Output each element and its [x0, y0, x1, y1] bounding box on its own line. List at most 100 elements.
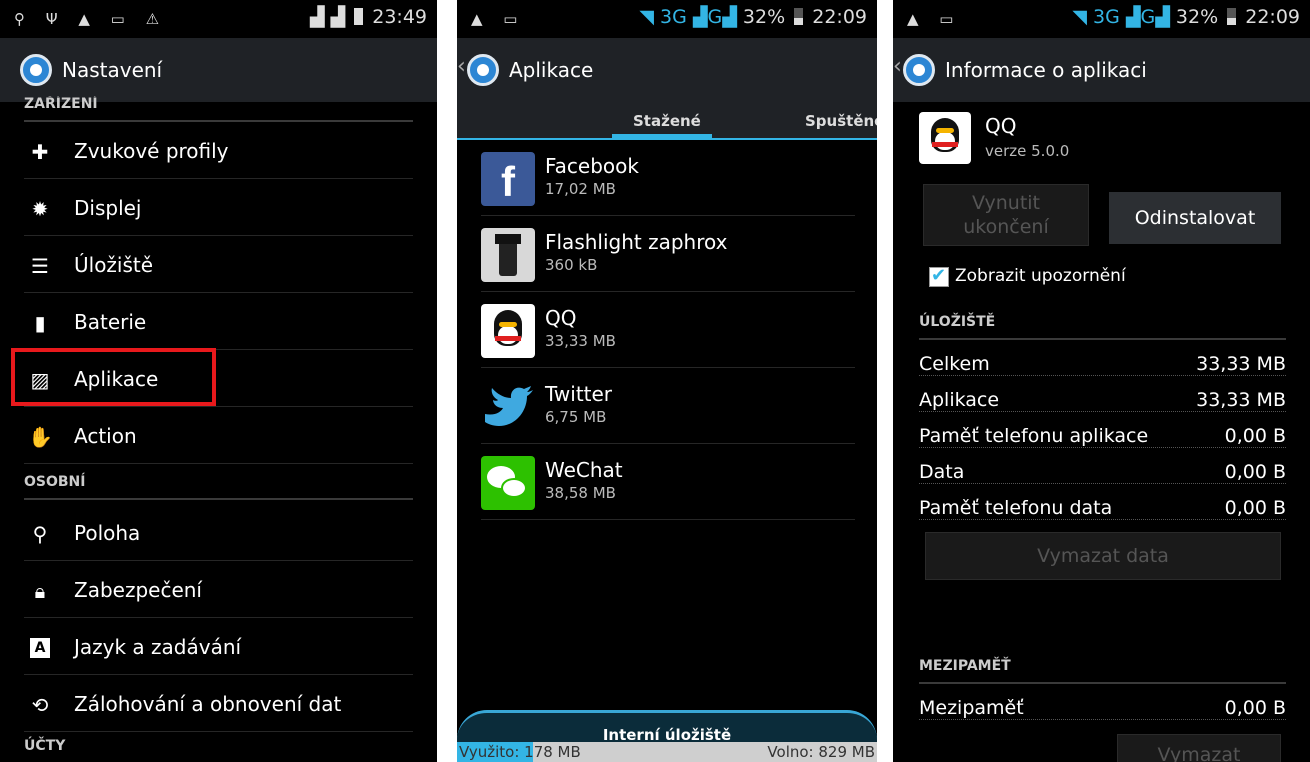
signal-icon: ▟ [692, 6, 708, 28]
internal-storage-bar: Interní úložiště Využito: 178 MB Volno: … [457, 710, 877, 762]
status-bar: ▲ ▭ ◥ 3G ▟G▟ 32% 22:09 [893, 0, 1310, 38]
settings-item-security[interactable]: 🔒︎ Zabezpečení [24, 561, 413, 618]
settings-gear-icon[interactable] [467, 54, 499, 86]
app-size: 17,02 MB [545, 180, 616, 198]
page-title: Informace o aplikaci [945, 58, 1147, 82]
cache-row-value: 0,00 B [1220, 697, 1286, 719]
settings-screen: ⚲ Ψ ▲ ▭ ⚠ ▟ ▟ 23:49 Nastavení ZAŘÍZENÍ ✚… [0, 0, 437, 762]
tab-running[interactable]: Spuštěné [805, 112, 877, 130]
settings-gear-icon[interactable] [903, 54, 935, 86]
app-version: verze 5.0.0 [985, 142, 1070, 160]
app-size: 33,33 MB [545, 332, 616, 350]
storage-row-label: Celkem [919, 353, 994, 375]
cache-row: Mezipaměť 0,00 B [919, 697, 1286, 727]
show-notifications-checkbox[interactable] [929, 265, 949, 287]
app-size: 38,58 MB [545, 484, 616, 502]
flashlight-icon [481, 228, 535, 282]
battery-icon [354, 8, 364, 25]
keyboard-icon: A [30, 638, 50, 658]
section-header-accounts: ÚČTY [24, 738, 66, 754]
app-row-flashlight[interactable]: Flashlight zaphrox 360 kB [481, 216, 855, 292]
highlight-box [11, 348, 216, 406]
storage-row-value: 33,33 MB [1192, 389, 1286, 411]
action-bar: ‹ Aplikace [457, 38, 877, 102]
storage-row-label: Paměť telefonu data [919, 497, 1117, 519]
dotted-leader [919, 411, 1286, 412]
storage-row-value: 0,00 B [1220, 425, 1286, 447]
settings-gear-icon [20, 54, 52, 86]
tab-downloaded[interactable]: Stažené [633, 112, 701, 130]
app-name: Twitter [545, 382, 613, 406]
notification-icons: ▲ ▭ [907, 10, 962, 28]
storage-row-app: Aplikace 33,33 MB [919, 389, 1286, 419]
status-right: ◥ 3G ▟G▟ 32% 22:09 [1072, 6, 1300, 28]
cache-section-header: MEZIPAMĚŤ [919, 658, 1286, 684]
settings-item-backup[interactable]: ⟲ Zálohování a obnovení dat [24, 675, 413, 732]
twitter-icon [481, 380, 535, 434]
storage-icon: ☰ [31, 254, 49, 278]
notification-icons: ⚲ Ψ ▲ ▭ ⚠ [14, 10, 168, 28]
settings-item-storage[interactable]: ☰ Úložiště [24, 236, 413, 293]
network-type: 3G [1093, 6, 1120, 28]
clear-data-button[interactable]: Vymazat data [925, 532, 1281, 580]
settings-item-language[interactable]: A Jazyk a zadávání [24, 618, 413, 675]
status-time: 22:09 [1245, 6, 1300, 28]
dotted-leader [919, 719, 1286, 720]
battery-icon: ▮ [34, 311, 46, 335]
storage-row-value: 0,00 B [1220, 497, 1286, 519]
storage-row-label: Data [919, 461, 969, 483]
app-row-wechat[interactable]: WeChat 38,58 MB [481, 444, 855, 520]
section-header-device: ZAŘÍZENÍ [24, 96, 413, 122]
hand-icon: ✋ [28, 425, 53, 449]
app-name: WeChat [545, 458, 623, 482]
signal-icon: ▟ [722, 6, 737, 28]
display-icon: ✹ [31, 197, 49, 221]
location-icon: ⚲ [32, 522, 48, 546]
show-notifications-label: Zobrazit upozornění [955, 266, 1126, 286]
force-stop-label: Vynutit ukončení [963, 192, 1049, 238]
uninstall-button[interactable]: Odinstalovat [1109, 192, 1281, 244]
app-size: 360 kB [545, 256, 598, 274]
app-info-screen: ▲ ▭ ◥ 3G ▟G▟ 32% 22:09 ‹ Informace o apl… [893, 0, 1310, 762]
app-row-facebook[interactable]: f Facebook 17,02 MB [481, 140, 855, 216]
action-bar: Nastavení [0, 38, 437, 102]
settings-item-battery[interactable]: ▮ Baterie [24, 293, 413, 350]
dotted-leader [919, 483, 1286, 484]
back-icon[interactable]: ‹ [893, 54, 902, 79]
facebook-icon: f [481, 152, 535, 206]
back-icon[interactable]: ‹ [457, 54, 466, 79]
tab-bar: Stažené Spuštěné [457, 102, 877, 140]
page-title: Nastavení [62, 58, 163, 82]
force-stop-button[interactable]: Vynutit ukončení [923, 184, 1089, 246]
status-bar: ⚲ Ψ ▲ ▭ ⚠ ▟ ▟ 23:49 [0, 0, 437, 38]
dotted-leader [919, 519, 1286, 520]
app-row-qq[interactable]: QQ 33,33 MB [481, 292, 855, 368]
storage-used-label: Využito: 178 MB [459, 743, 581, 761]
settings-item-location[interactable]: ⚲ Poloha [24, 504, 413, 561]
clear-cache-button[interactable]: Vymazat [1117, 734, 1281, 762]
app-row-twitter[interactable]: Twitter 6,75 MB [481, 368, 855, 444]
dotted-leader [919, 375, 1286, 376]
network-type-2: G [1140, 6, 1156, 28]
storage-row-value: 0,00 B [1220, 461, 1286, 483]
storage-section-header: ÚLOŽIŠTĚ [919, 314, 1286, 340]
settings-item-label: Displej [74, 196, 142, 220]
cache-row-label: Mezipaměť [919, 697, 1028, 719]
network-type-2: G [707, 6, 723, 28]
settings-item-label: Zálohování a obnovení dat [74, 692, 342, 716]
app-name: Flashlight zaphrox [545, 230, 728, 254]
settings-item-action[interactable]: ✋ Action [24, 407, 413, 464]
settings-item-label: Zabezpečení [74, 578, 202, 602]
section-header-personal: OSOBNÍ [24, 474, 413, 500]
network-type: 3G [660, 6, 687, 28]
settings-item-sound[interactable]: ✚ Zvukové profily [24, 122, 413, 179]
settings-item-label: Zvukové profily [74, 139, 229, 163]
status-time: 22:09 [812, 6, 867, 28]
settings-item-label: Jazyk a zadávání [74, 635, 242, 659]
settings-item-display[interactable]: ✹ Displej [24, 179, 413, 236]
wifi-icon: ◥ [639, 6, 654, 28]
dotted-leader [919, 447, 1286, 448]
storage-row-value: 33,33 MB [1192, 353, 1286, 375]
storage-row-data: Data 0,00 B [919, 461, 1286, 491]
battery-percent: 32% [742, 6, 786, 28]
